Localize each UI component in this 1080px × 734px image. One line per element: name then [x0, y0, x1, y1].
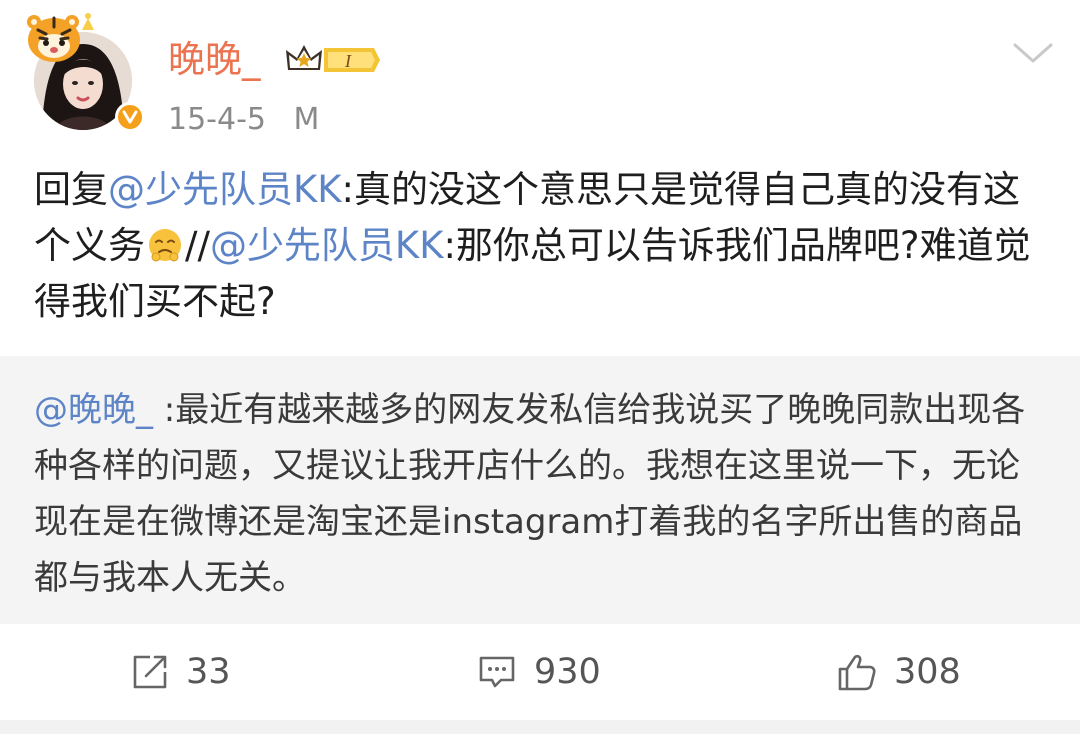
reply-prefix: 回复 [34, 168, 108, 211]
post-source: M [293, 102, 320, 137]
retweet-content: @晚晚_ :最近有越来越多的网友发私信给我说买了晚晚同款出现各种各样的问题，又提… [34, 382, 1046, 606]
chevron-down-icon[interactable] [1010, 38, 1056, 68]
vip-level: I [344, 51, 352, 71]
repost-button[interactable]: 33 [130, 650, 231, 694]
thumbs-up-icon [836, 651, 878, 693]
retweet-box[interactable]: @晚晚_ :最近有越来越多的网友发私信给我说买了晚晚同款出现各种各样的问题，又提… [0, 356, 1080, 624]
weibo-post: 晚晚_ I 15-4-5 M 回复@少先队员KK:真的没这个意思只是觉得自己真的… [0, 0, 1080, 734]
username[interactable]: 晚晚_ [168, 38, 261, 82]
mention-link[interactable]: @少先队员KK [210, 224, 444, 267]
repost-separator: // [185, 224, 210, 267]
post-date: 15-4-5 [168, 102, 266, 137]
repost-icon [130, 652, 170, 692]
post-content: 回复@少先队员KK:真的没这个意思只是觉得自己真的没有这个义务 //@少先队员K… [34, 162, 1044, 330]
comment-count: 930 [534, 652, 601, 692]
action-bar: 33 930 308 [0, 624, 1080, 720]
avatar-container[interactable] [24, 10, 145, 132]
tiger-avatar-decoration-icon [24, 10, 100, 70]
like-count: 308 [894, 652, 961, 692]
like-button[interactable]: 308 [836, 650, 961, 694]
post-separator [0, 720, 1080, 734]
vip-crown-badge[interactable]: I [280, 40, 384, 80]
repost-count: 33 [186, 652, 231, 692]
comment-icon [476, 652, 518, 692]
post-meta: 15-4-5 M [168, 100, 319, 140]
wronged-face-emoji-icon [145, 224, 185, 264]
verified-v-icon [115, 102, 145, 132]
retweet-mention-link[interactable]: @晚晚_ [34, 390, 153, 430]
comment-button[interactable]: 930 [476, 650, 601, 694]
retweet-text: :最近有越来越多的网友发私信给我说买了晚晚同款出现各种各样的问题，又提议让我开店… [34, 390, 1026, 598]
mention-link[interactable]: @少先队员KK [108, 168, 342, 211]
